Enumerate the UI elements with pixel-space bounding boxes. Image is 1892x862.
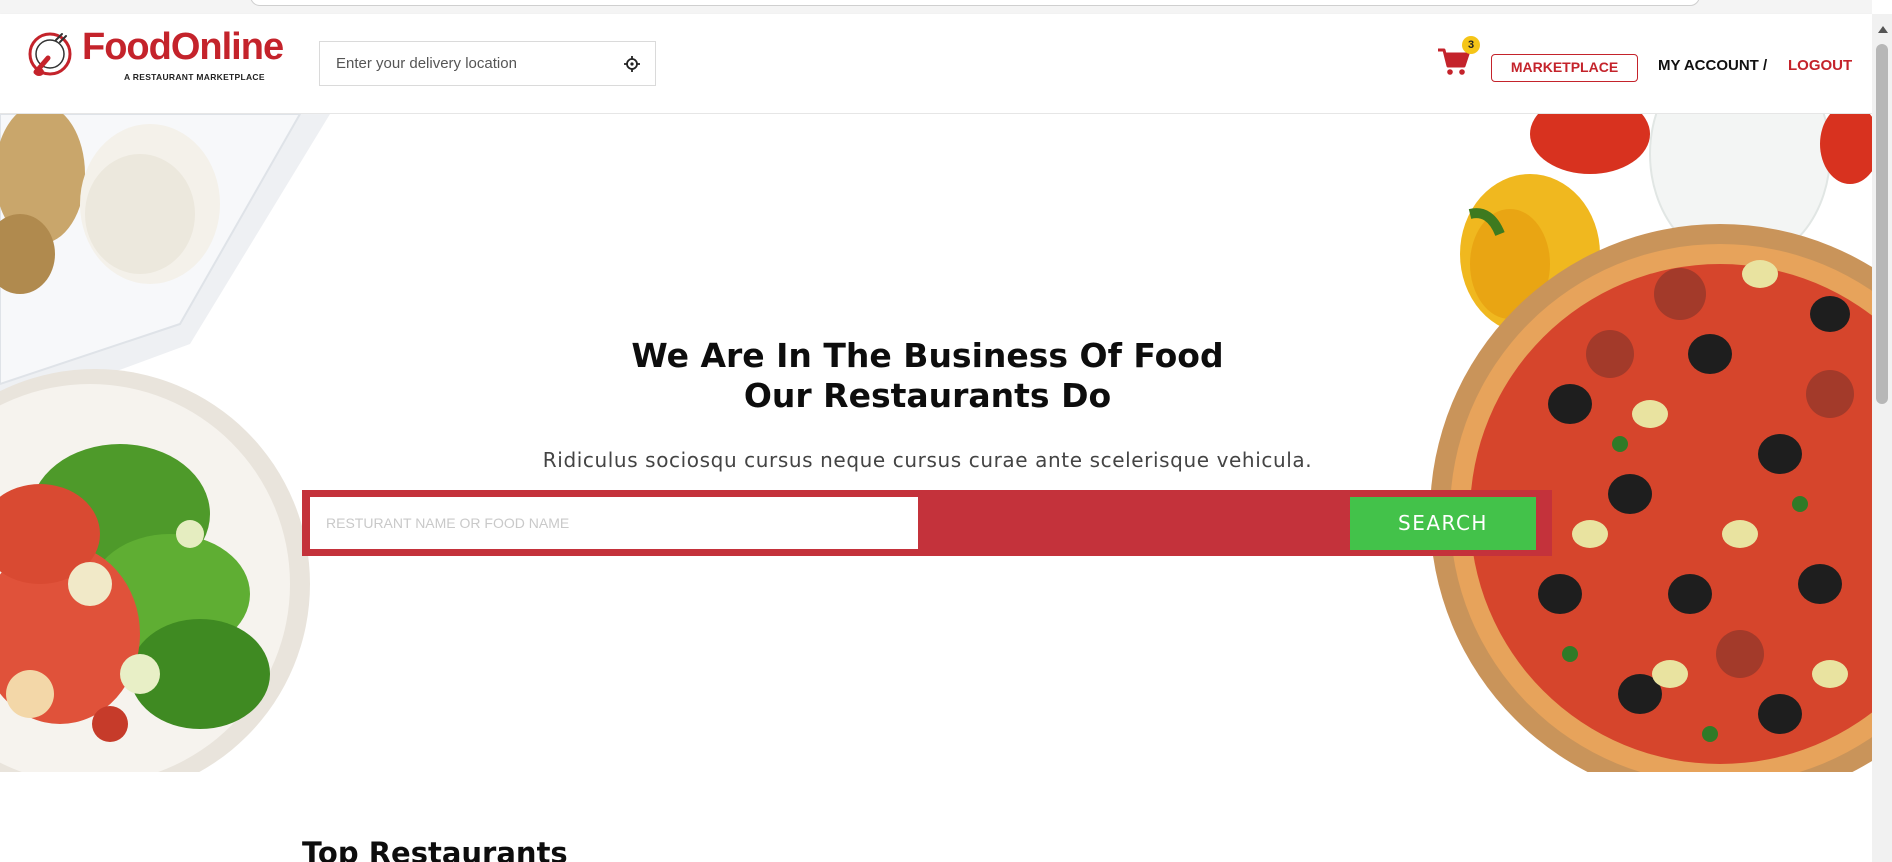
address-bar-edge: [250, 0, 1700, 6]
scrollbar-thumb[interactable]: [1876, 44, 1888, 404]
browser-top-strip: [0, 0, 1872, 14]
hero-section: We Are In The Business Of Food Our Resta…: [0, 114, 1872, 772]
crosshair-icon[interactable]: [623, 55, 641, 73]
logo-icon: [28, 32, 72, 76]
hero-subtitle: Ridiculus sociosqu cursus neque cursus c…: [542, 448, 1313, 472]
brand-tagline: A RESTAURANT MARKETPLACE: [124, 72, 265, 82]
brand-name: FoodOnline: [82, 26, 284, 68]
pizza-image: [1410, 114, 1872, 772]
logout-link[interactable]: LOGOUT: [1788, 57, 1852, 74]
marketplace-button[interactable]: MARKETPLACE: [1491, 54, 1638, 82]
my-account-link[interactable]: MY ACCOUNT /: [1658, 57, 1767, 74]
restaurant-search-bar: SEARCH: [302, 490, 1552, 556]
restaurant-search-input[interactable]: [310, 497, 918, 549]
delivery-location-input[interactable]: [320, 42, 610, 85]
hero-title-line-2: Our Restaurants Do: [743, 376, 1112, 415]
salad-plate-image: [0, 114, 330, 772]
hero-title-line-1: We Are In The Business Of Food: [631, 336, 1224, 375]
delivery-location-field[interactable]: [319, 41, 656, 86]
brand-logo[interactable]: FoodOnline A RESTAURANT MARKETPLACE: [26, 26, 284, 84]
top-restaurants-heading: Top Restaurants: [302, 836, 568, 862]
scroll-up-arrow-icon[interactable]: [1878, 26, 1888, 33]
page-scrollbar[interactable]: [1872, 14, 1892, 862]
cart-count-badge: 3: [1462, 36, 1480, 54]
site-header: FoodOnline A RESTAURANT MARKETPLACE 3 MA…: [0, 14, 1872, 114]
search-button[interactable]: SEARCH: [1350, 497, 1536, 550]
